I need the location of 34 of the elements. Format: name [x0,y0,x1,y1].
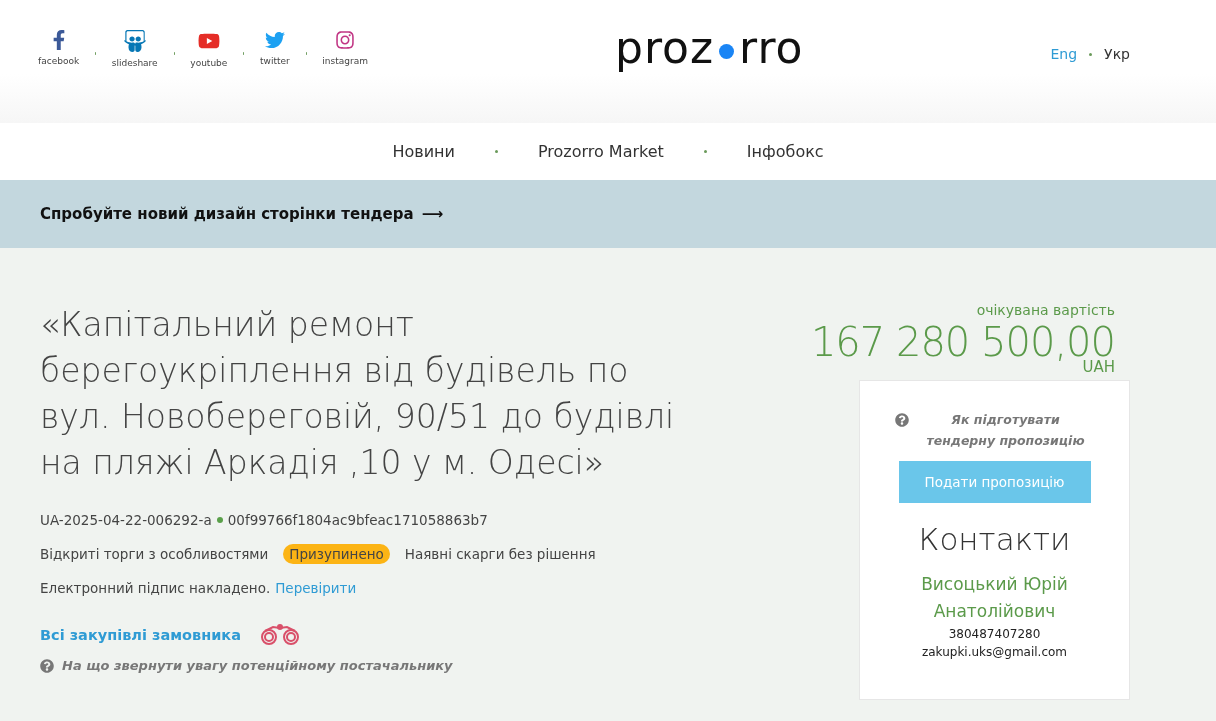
status-dot [216,517,223,523]
nav-link[interactable]: Інфобокс [746,142,824,161]
contacts-heading: Контакти [918,521,1071,557]
proposal-help-link[interactable]: Як підготувати тендерну пропозицію [916,409,1095,451]
social-link[interactable]: facebook [38,30,80,66]
contact-email: zakupki.uks@gmail.com [921,644,1068,661]
help-icon [40,658,54,673]
twitter-icon [264,30,285,50]
complaints-text: Наявні скарги без рішення [404,546,596,562]
tender-id: UA-2025-04-22-006292-a [40,512,212,528]
procedure-type: Відкриті торги з особливостями [40,546,269,562]
slideshare-icon [123,30,146,52]
social-link[interactable]: youtube [190,30,228,68]
nav-link[interactable]: Prozorro Market [537,142,664,161]
social-link[interactable]: slideshare [111,30,158,68]
social-link[interactable]: instagram [322,30,368,66]
tender-hash: 00f99766f1804ac9bfeac171058863b7 [227,512,488,528]
binoculars-icon [259,624,301,646]
signature-text: Електронний підпис накладено. [40,580,271,596]
social-link[interactable]: twitter [260,30,290,66]
price-label: очікувана вартість [976,302,1115,318]
tender-title: «Капітальний ремонт берегоукріплення від будівель по вул. Новобереговій, 90/51 до будівлі на пляжі Аркадія ,10 у м. Одесі» [40,304,676,484]
supplier-tips-link[interactable]: На що звернути увагу потенційному постачальнику [62,658,453,673]
instagram-icon [335,30,356,50]
help-icon [894,413,909,427]
price-currency: UAH [1082,358,1115,376]
arrow-icon: ⟶ [421,205,444,223]
status-badge: Призупинено [283,544,390,564]
contact-phone: 380487407280 [948,626,1041,643]
contact-name: Висоцький Юрій Анатолійович [920,573,1069,623]
nav-link[interactable]: Новини [392,142,455,161]
language-link[interactable]: Укр [1104,46,1130,62]
logo[interactable]: proz rro [615,22,804,73]
new-design-link[interactable]: Спробуйте новий дизайн сторінки тендера ⟶ [40,205,444,223]
